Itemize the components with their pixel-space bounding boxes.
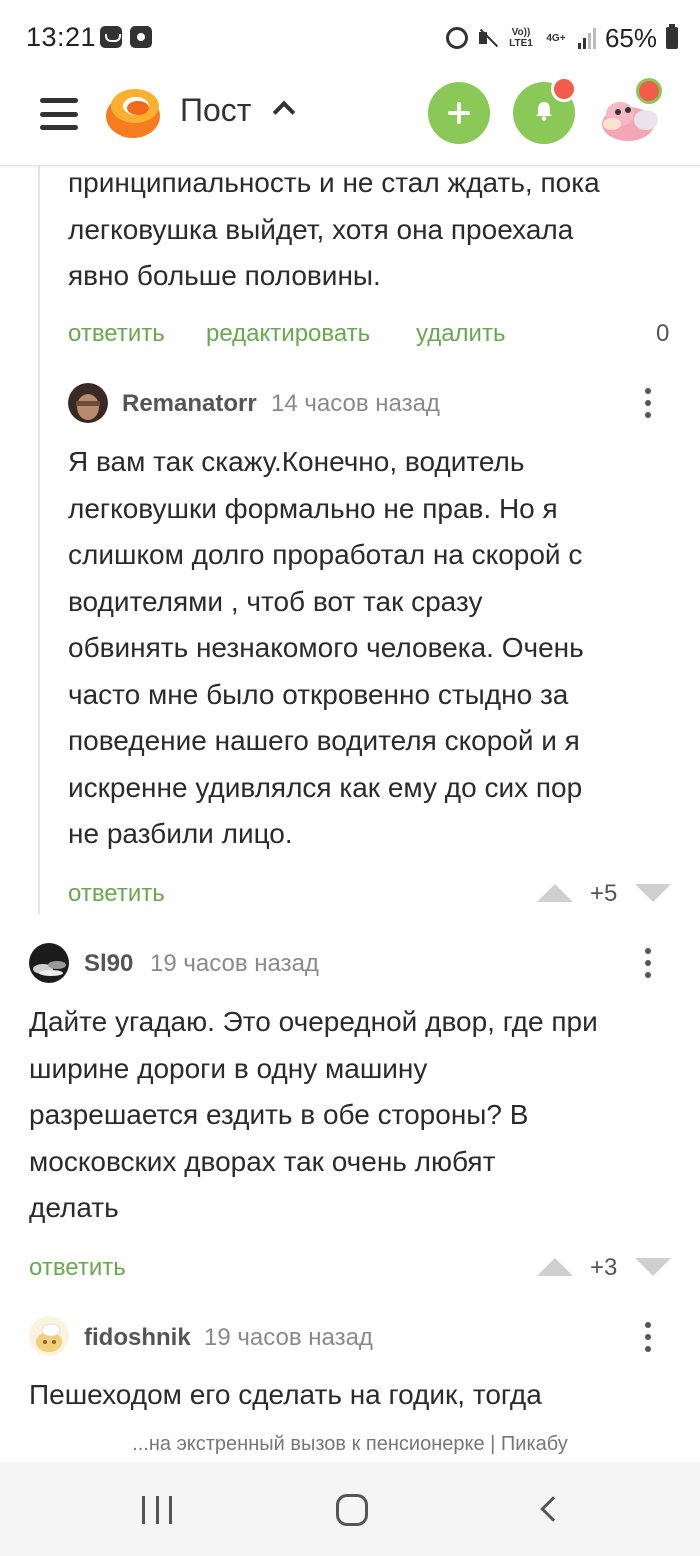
comment-text: принципиальность и не стал ждать, пока л… — [68, 167, 600, 291]
comment-text: Пешеходом его сделать на годик, тогда — [29, 1379, 542, 1410]
status-time: 13:21 — [26, 22, 97, 52]
downvote-icon[interactable] — [635, 884, 671, 902]
comment-time: 19 часов назад — [204, 1324, 373, 1351]
more-options-icon[interactable] — [638, 1320, 658, 1354]
bell-icon — [536, 102, 552, 121]
app-header: Пост — [0, 76, 700, 166]
menu-icon[interactable] — [40, 96, 78, 132]
notification-badge — [551, 76, 577, 102]
pikabu-logo[interactable] — [104, 84, 162, 140]
volte-indicator: Vo)) LTE1 — [509, 27, 533, 49]
comment-author[interactable]: Remanatorr — [122, 390, 257, 418]
reply-link[interactable]: ответить — [29, 1254, 126, 1282]
chevron-up-icon[interactable] — [272, 100, 296, 124]
comment-score: +5 — [590, 880, 618, 907]
status-bar: 13:21 Vo)) LTE1 4G+ 65% — [0, 0, 700, 76]
status-icons: Vo)) LTE1 4G+ 65% — [445, 22, 678, 54]
home-icon[interactable] — [336, 1494, 368, 1526]
notification-app-icon — [100, 26, 122, 48]
thread-line[interactable] — [38, 166, 40, 914]
signal-icon — [577, 27, 596, 49]
more-options-icon[interactable] — [638, 386, 658, 420]
upvote-icon[interactable] — [537, 884, 573, 902]
page-title[interactable]: Пост — [180, 92, 251, 129]
alarm-icon — [445, 27, 468, 49]
add-post-button[interactable] — [428, 82, 490, 144]
page-url-title: ...на экстренный вызов к пенсионерке | П… — [132, 1433, 568, 1455]
notification-app-icon — [130, 26, 152, 48]
recent-apps-icon[interactable] — [142, 1496, 172, 1524]
avatar[interactable] — [68, 383, 108, 423]
user-avatar[interactable] — [598, 78, 666, 148]
avatar[interactable] — [29, 1316, 69, 1356]
notifications-button[interactable] — [513, 76, 577, 144]
network-type-indicator: 4G+ — [546, 32, 566, 44]
downvote-icon[interactable] — [635, 1258, 671, 1276]
comments-feed[interactable]: принципиальность и не стал ждать, пока л… — [0, 166, 700, 1430]
comment-time: 19 часов назад — [150, 950, 319, 977]
back-icon[interactable] — [540, 1496, 566, 1522]
edit-link[interactable]: редактировать — [206, 320, 370, 348]
comment-score: 0 — [656, 320, 670, 347]
comment-score: +3 — [590, 1254, 618, 1281]
battery-percent: 65% — [604, 22, 657, 53]
mute-icon — [477, 27, 499, 49]
upvote-icon[interactable] — [537, 1258, 573, 1276]
battery-icon — [666, 24, 678, 49]
reply-link[interactable]: ответить — [68, 880, 165, 908]
system-navigation-bar — [0, 1462, 700, 1556]
more-options-icon[interactable] — [638, 946, 658, 980]
comment-author[interactable]: Sl90 — [84, 950, 133, 978]
avatar-status-badge — [636, 78, 662, 104]
avatar[interactable] — [29, 943, 69, 983]
comment-text: Я вам так скажу.Конечно, водитель легков… — [68, 446, 584, 849]
comment-text: Дайте угадаю. Это очередной двор, где пр… — [29, 1006, 598, 1223]
reply-link[interactable]: ответить — [68, 320, 165, 348]
delete-link[interactable]: удалить — [416, 320, 505, 348]
comment-author[interactable]: fidoshnik — [84, 1324, 191, 1352]
comment-time: 14 часов назад — [271, 390, 440, 417]
